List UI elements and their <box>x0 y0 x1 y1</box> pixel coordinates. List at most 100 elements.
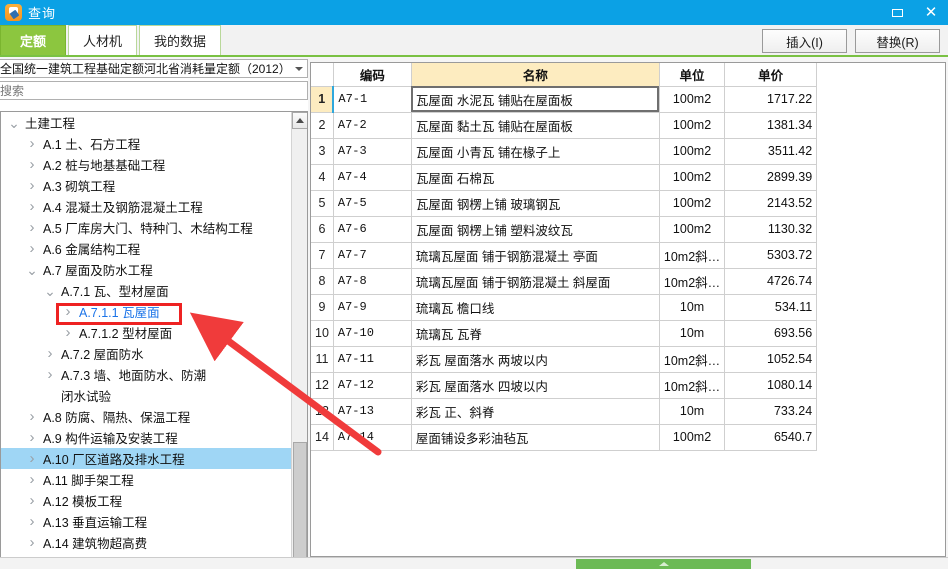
cell-code[interactable]: A7-1 <box>333 86 412 113</box>
cell-code[interactable]: A7-8 <box>333 268 412 295</box>
scrollbar-thumb[interactable] <box>293 442 307 569</box>
close-button[interactable]: ✕ <box>914 0 948 25</box>
cell-name[interactable]: 瓦屋面 黏土瓦 铺贴在屋面板 <box>411 112 660 139</box>
cell-unit[interactable]: 10m <box>659 320 726 347</box>
chevron-right-icon[interactable]: › <box>61 303 75 320</box>
cell-name[interactable]: 彩瓦 正、斜脊 <box>411 398 660 425</box>
tree-item[interactable]: › A.11 脚手架工程 <box>1 469 291 490</box>
cell-name[interactable]: 琉璃瓦屋面 铺于钢筋混凝土 斜屋面 <box>411 268 660 295</box>
cell-price[interactable]: 1080.14 <box>724 372 818 399</box>
tree-item[interactable]: › A.8 防腐、隔热、保温工程 <box>1 406 291 427</box>
cell-name[interactable]: 琉璃瓦 檐口线 <box>411 294 660 321</box>
cell-code[interactable]: A7-10 <box>333 320 412 347</box>
chevron-right-icon[interactable]: › <box>25 240 39 257</box>
table-row[interactable]: 5 A7-5 瓦屋面 钢楞上铺 玻璃钢瓦 100m2 2143.52 <box>311 190 818 217</box>
chevron-right-icon[interactable]: › <box>25 429 39 446</box>
cell-code[interactable]: A7-9 <box>333 294 412 321</box>
cell-price[interactable]: 4726.74 <box>724 268 818 295</box>
cell-code[interactable]: A7-3 <box>333 138 412 165</box>
tree-item[interactable]: › A.7.2 屋面防水 <box>1 343 291 364</box>
scroll-up-button[interactable] <box>292 112 307 129</box>
tree-item[interactable]: 闭水试验 <box>1 385 291 406</box>
cell-unit[interactable]: 10m <box>659 294 726 321</box>
cell-price[interactable]: 534.11 <box>724 294 818 321</box>
cell-unit[interactable]: 10m2斜… <box>659 242 726 269</box>
table-row[interactable]: 6 A7-6 瓦屋面 钢楞上铺 塑料波纹瓦 100m2 1130.32 <box>311 216 818 243</box>
cell-price[interactable]: 1381.34 <box>724 112 818 139</box>
col-header-rownum[interactable] <box>311 63 334 87</box>
chevron-right-icon[interactable]: › <box>25 219 39 236</box>
cell-price[interactable]: 2899.39 <box>724 164 818 191</box>
cell-name[interactable]: 瓦屋面 石棉瓦 <box>411 164 660 191</box>
cell-name[interactable]: 彩瓦 屋面落水 四坡以内 <box>411 372 660 399</box>
table-row[interactable]: 11 A7-11 彩瓦 屋面落水 两坡以内 10m2斜… 1052.54 <box>311 346 818 373</box>
cell-name[interactable]: 琉璃瓦 瓦脊 <box>411 320 660 347</box>
chevron-down-icon[interactable]: ⌄ <box>7 116 21 130</box>
chevron-down-icon[interactable] <box>295 60 303 77</box>
tab-labor-material-machine[interactable]: 人材机 <box>68 25 138 55</box>
chevron-down-icon[interactable]: ⌄ <box>43 284 57 298</box>
table-row[interactable]: 1 A7-1 瓦屋面 水泥瓦 铺贴在屋面板 100m2 1717.22 <box>311 86 818 113</box>
cell-unit[interactable]: 100m2 <box>659 86 726 113</box>
chevron-right-icon[interactable]: › <box>25 177 39 194</box>
tree-item[interactable]: › A.9 构件运输及安装工程 <box>1 427 291 448</box>
cell-name[interactable]: 琉璃瓦屋面 铺于钢筋混凝土 亭面 <box>411 242 660 269</box>
category-tree[interactable]: ⌄ 土建工程 › A.1 土、石方工程 › A.2 桩与地基基础工程 › A.3 砌筑工程 › A… <box>1 112 291 569</box>
tree-item[interactable]: › A.6 金属结构工程 <box>1 238 291 259</box>
tree-item[interactable]: › A.14 建筑物超高费 <box>1 532 291 553</box>
tree-scrollbar[interactable] <box>291 112 307 569</box>
tab-my-data[interactable]: 我的数据 <box>139 25 222 55</box>
cell-unit[interactable]: 100m2 <box>659 216 726 243</box>
table-row[interactable]: 4 A7-4 瓦屋面 石棉瓦 100m2 2899.39 <box>311 164 818 191</box>
cell-unit[interactable]: 100m2 <box>659 190 726 217</box>
cell-code[interactable]: A7-4 <box>333 164 412 191</box>
tree-item[interactable]: › A.13 垂直运输工程 <box>1 511 291 532</box>
splitter-handle[interactable] <box>576 559 751 569</box>
chevron-right-icon[interactable]: › <box>25 534 39 551</box>
replace-button[interactable]: 替换(R) <box>855 29 940 53</box>
table-row[interactable]: 7 A7-7 琉璃瓦屋面 铺于钢筋混凝土 亭面 10m2斜… 5303.72 <box>311 242 818 269</box>
cell-code[interactable]: A7-12 <box>333 372 412 399</box>
cell-name[interactable]: 瓦屋面 钢楞上铺 塑料波纹瓦 <box>411 216 660 243</box>
chevron-right-icon[interactable]: › <box>25 198 39 215</box>
tab-quota[interactable]: 定额 <box>0 25 66 55</box>
cell-unit[interactable]: 100m2 <box>659 424 726 451</box>
tree-item[interactable]: › A.12 模板工程 <box>1 490 291 511</box>
cell-code[interactable]: A7-2 <box>333 112 412 139</box>
cell-price[interactable]: 1130.32 <box>724 216 818 243</box>
table-row[interactable]: 12 A7-12 彩瓦 屋面落水 四坡以内 10m2斜… 1080.14 <box>311 372 818 399</box>
cell-price[interactable]: 2143.52 <box>724 190 818 217</box>
cell-name[interactable]: 瓦屋面 水泥瓦 铺贴在屋面板 <box>411 86 660 113</box>
cell-name[interactable]: 彩瓦 屋面落水 两坡以内 <box>411 346 660 373</box>
cell-unit[interactable]: 10m2斜… <box>659 346 726 373</box>
tree-item[interactable]: › A.3 砌筑工程 <box>1 175 291 196</box>
cell-price[interactable]: 1717.22 <box>724 86 818 113</box>
cell-price[interactable]: 6540.7 <box>724 424 818 451</box>
chevron-down-icon[interactable]: ⌄ <box>25 263 39 277</box>
col-header-name[interactable]: 名称 <box>411 63 660 87</box>
chevron-right-icon[interactable]: › <box>25 156 39 173</box>
cell-unit[interactable]: 100m2 <box>659 164 726 191</box>
cell-price[interactable]: 1052.54 <box>724 346 818 373</box>
cell-price[interactable]: 693.56 <box>724 320 818 347</box>
minimize-button[interactable] <box>880 0 914 25</box>
cell-code[interactable]: A7-11 <box>333 346 412 373</box>
tree-item[interactable]: › A.2 桩与地基基础工程 <box>1 154 291 175</box>
tree-item[interactable]: › A.7.3 墙、地面防水、防潮 <box>1 364 291 385</box>
search-input[interactable]: 搜索 <box>0 81 308 100</box>
table-row[interactable]: 8 A7-8 琉璃瓦屋面 铺于钢筋混凝土 斜屋面 10m2斜… 4726.74 <box>311 268 818 295</box>
tree-item[interactable]: ⌄ A.7 屋面及防水工程 <box>1 259 291 280</box>
chevron-right-icon[interactable]: › <box>25 471 39 488</box>
tree-item[interactable]: › A.7.1.1 瓦屋面 <box>1 301 291 322</box>
col-header-unit[interactable]: 单位 <box>659 63 726 87</box>
cell-code[interactable]: A7-13 <box>333 398 412 425</box>
tree-item[interactable]: › A.7.1.2 型材屋面 <box>1 322 291 343</box>
table-row[interactable]: 13 A7-13 彩瓦 正、斜脊 10m 733.24 <box>311 398 818 425</box>
cell-code[interactable]: A7-14 <box>333 424 412 451</box>
library-select[interactable]: 全国统一建筑工程基础定额河北省消耗量定额（2012） <box>0 59 308 78</box>
cell-code[interactable]: A7-6 <box>333 216 412 243</box>
tree-item[interactable]: › A.4 混凝土及钢筋混凝土工程 <box>1 196 291 217</box>
cell-unit[interactable]: 100m2 <box>659 112 726 139</box>
cell-name[interactable]: 瓦屋面 钢楞上铺 玻璃钢瓦 <box>411 190 660 217</box>
cell-name[interactable]: 屋面铺设多彩油毡瓦 <box>411 424 660 451</box>
